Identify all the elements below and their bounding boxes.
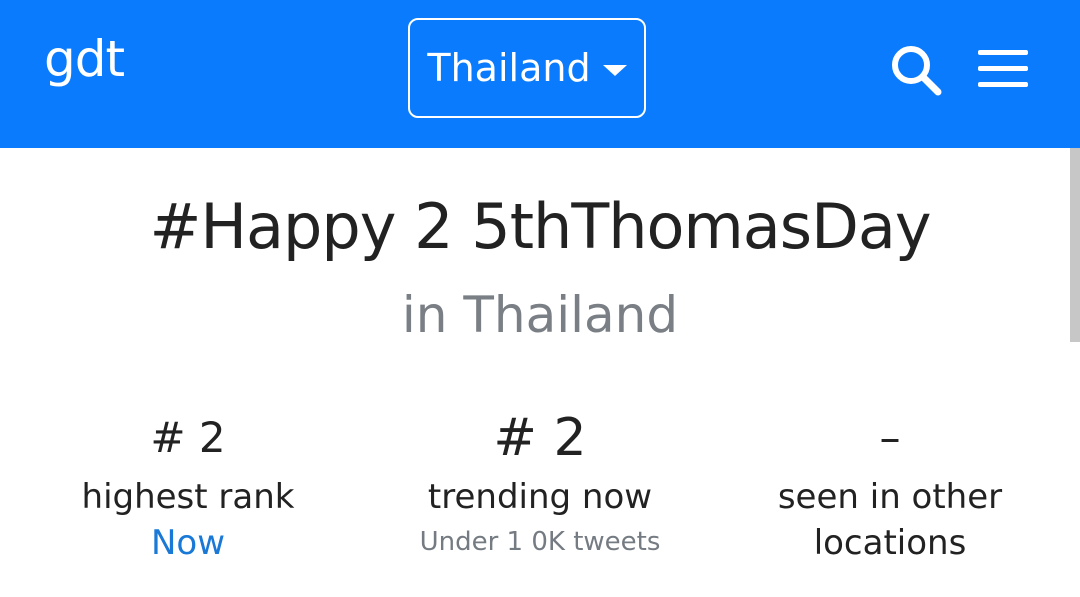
highest-rank-time-link[interactable]: Now: [40, 520, 336, 566]
trend-location-subtitle: in Thailand: [401, 286, 679, 344]
trend-hashtag-title: #Happy 2 5thThomasDay: [149, 190, 931, 263]
trending-now-value: # 2: [493, 408, 587, 468]
trending-now-label: trending now: [427, 477, 653, 517]
highest-rank-value: # 2: [150, 413, 226, 462]
top-navbar: gdt Thailand: [0, 0, 1080, 148]
site-logo[interactable]: gdt: [44, 30, 125, 88]
stat-highest-rank: # 2 highest rank Now: [40, 410, 336, 566]
other-locations-label-line2: locations: [813, 523, 967, 563]
search-icon: [892, 46, 942, 96]
search-button[interactable]: [886, 40, 946, 100]
other-locations-value: –: [879, 413, 901, 462]
caret-down-icon: [602, 64, 627, 76]
location-dropdown-label: Thailand: [427, 46, 591, 90]
stat-trending-now: # 2 trending now Under 1 0K tweets: [390, 410, 690, 564]
other-locations-label-line1: seen in other: [777, 477, 1003, 517]
menu-button[interactable]: [976, 44, 1030, 94]
tweet-volume-text: Under 1 0K tweets: [419, 527, 661, 557]
highest-rank-label: highest rank: [81, 477, 295, 517]
location-dropdown[interactable]: Thailand: [408, 18, 646, 118]
stat-other-locations: – seen in other locations: [740, 410, 1040, 566]
menu-icon: [978, 50, 1028, 87]
